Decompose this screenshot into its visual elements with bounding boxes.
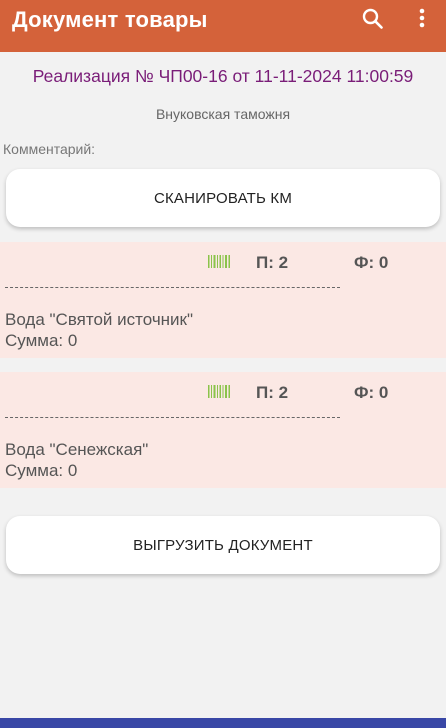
upload-document-button[interactable]: ВЫГРУЗИТЬ ДОКУМЕНТ xyxy=(6,516,440,574)
planned-quantity: П: 2 xyxy=(256,383,289,402)
planned-quantity: П: 2 xyxy=(256,253,289,272)
more-vert-icon[interactable] xyxy=(414,6,430,32)
list-item[interactable]: П: 2 Ф: 0 Вода "Сенежская" Сумма: 0 xyxy=(0,372,446,488)
divider xyxy=(5,417,340,418)
app-bar: Документ товары xyxy=(0,0,446,52)
warehouse-label: Внуковская таможня xyxy=(155,106,291,122)
item-name: Вода "Святой источник" xyxy=(5,310,194,329)
scan-km-button[interactable]: СКАНИРОВАТЬ КМ xyxy=(6,169,440,227)
comment-label: Комментарий: xyxy=(3,141,96,157)
barcode-icon xyxy=(208,385,230,398)
list-item[interactable]: П: 2 Ф: 0 Вода "Святой источник" Сумма: … xyxy=(0,242,446,358)
item-sum: Сумма: 0 xyxy=(5,461,78,480)
barcode-icon xyxy=(208,255,230,268)
bottom-bar xyxy=(0,718,446,728)
item-name: Вода "Сенежская" xyxy=(5,440,149,459)
page-title: Документ товары xyxy=(12,7,208,32)
divider xyxy=(5,287,340,288)
search-icon[interactable] xyxy=(360,6,386,32)
document-title: Реализация № ЧП00-16 от 11-11-2024 11:00… xyxy=(32,66,414,86)
item-sum: Сумма: 0 xyxy=(5,331,78,350)
fact-quantity: Ф: 0 xyxy=(354,383,389,402)
fact-quantity: Ф: 0 xyxy=(354,253,389,272)
